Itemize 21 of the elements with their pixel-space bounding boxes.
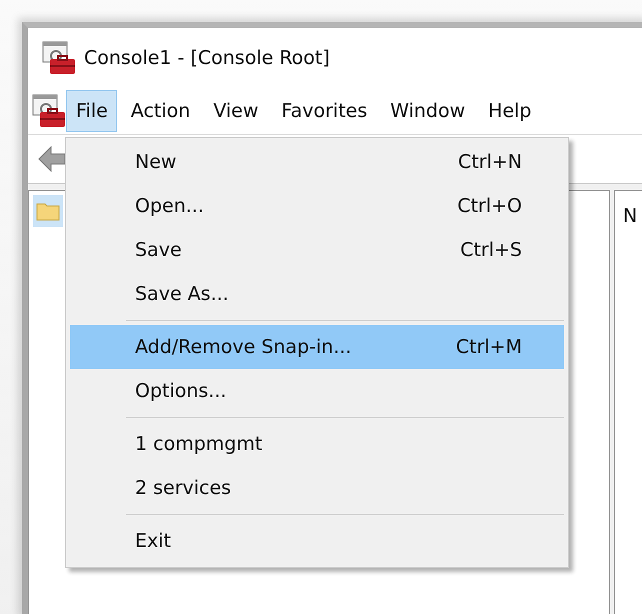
- column-header: N: [623, 205, 638, 227]
- menu-option[interactable]: Open... Ctrl+O: [70, 184, 564, 228]
- folder-icon: [36, 201, 60, 221]
- menu-item[interactable]: File: [66, 90, 117, 132]
- menu-option[interactable]: New Ctrl+N: [70, 140, 564, 184]
- menu-item[interactable]: Help: [478, 90, 540, 132]
- menu-item[interactable]: Action: [120, 90, 200, 132]
- menu-option[interactable]: Options...: [70, 369, 564, 413]
- menu-item[interactable]: Favorites: [271, 90, 376, 132]
- console-icon: [42, 41, 76, 75]
- menu-item[interactable]: View: [203, 90, 268, 132]
- back-arrow-icon[interactable]: [38, 146, 66, 172]
- window-title: Console1 - [Console Root]: [84, 47, 330, 69]
- menu-option[interactable]: 2 services: [70, 466, 564, 510]
- menu-option[interactable]: 1 compmgmt: [70, 422, 564, 466]
- menu-option[interactable]: Save Ctrl+S: [70, 228, 564, 272]
- menu-option[interactable]: Save As...: [70, 272, 564, 316]
- menu-option[interactable]: Exit: [70, 519, 564, 563]
- menu-option[interactable]: Add/Remove Snap-in... Ctrl+M: [70, 325, 564, 369]
- menu-item[interactable]: Window: [380, 90, 474, 132]
- console-icon: [32, 94, 66, 128]
